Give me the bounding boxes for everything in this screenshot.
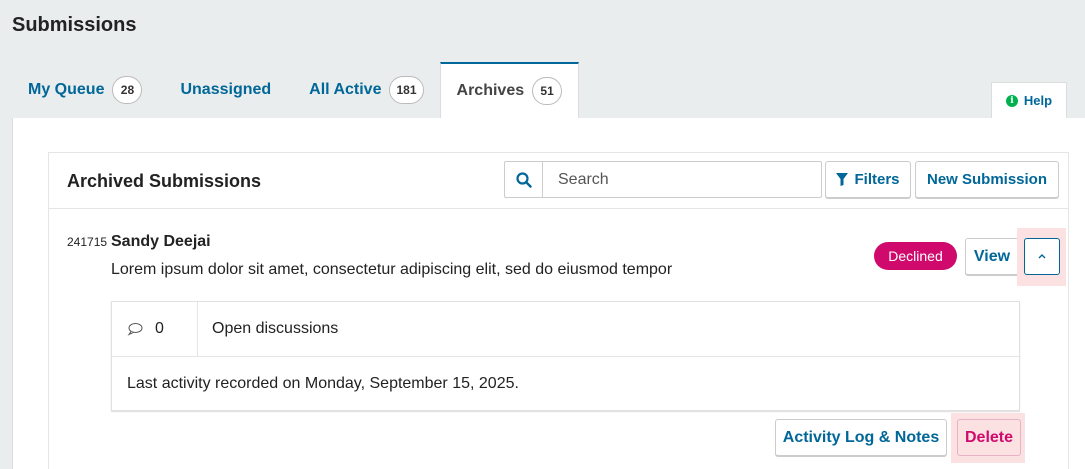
discussion-count: 0 [155, 320, 164, 337]
view-button[interactable]: View [965, 238, 1019, 275]
tab-bar: My Queue 28 Unassigned All Active 181 Ar… [12, 62, 580, 118]
activity-log-button[interactable]: Activity Log & Notes [775, 419, 947, 456]
search-box [504, 161, 822, 198]
tab-label: My Queue [28, 81, 105, 98]
submission-title: Lorem ipsum dolor sit amet, consectetur … [111, 261, 673, 278]
comment-icon [127, 323, 143, 336]
tab-label: All Active [309, 81, 382, 98]
delete-button[interactable]: Delete [957, 419, 1021, 456]
archived-submissions-card: Archived Submissions Filters New Submiss… [48, 152, 1069, 469]
tab-archives[interactable]: Archives 51 [439, 62, 580, 118]
collapse-button[interactable] [1024, 238, 1060, 275]
submission-id: 241715 [67, 235, 108, 249]
last-activity: Last activity recorded on Monday, Septem… [127, 375, 519, 392]
search-icon [515, 171, 532, 188]
tab-count-badge: 28 [112, 76, 143, 104]
delete-label: Delete [964, 428, 1014, 446]
submission-details: 0 Open discussions Last activity recorde… [111, 301, 1020, 411]
search-input[interactable] [543, 162, 821, 197]
search-button[interactable] [505, 162, 543, 197]
activity-log-label: Activity Log & Notes [782, 428, 940, 446]
info-icon: i [1005, 94, 1018, 107]
tab-unassigned[interactable]: Unassigned [158, 62, 293, 118]
tab-count-badge: 181 [389, 76, 424, 104]
tab-label: Unassigned [180, 81, 272, 98]
view-label: View [973, 247, 1011, 265]
discussion-label: Open discussions [212, 320, 339, 337]
new-submission-button[interactable]: New Submission [915, 161, 1059, 198]
tab-my-queue[interactable]: My Queue 28 [12, 62, 158, 118]
main-panel: Archived Submissions Filters New Submiss… [12, 118, 1085, 469]
tab-label: Archives [456, 82, 525, 99]
card-header: Archived Submissions Filters New Submiss… [49, 153, 1068, 209]
tab-count-badge: 51 [532, 77, 563, 105]
help-label: Help [1023, 93, 1053, 108]
chevron-up-icon [1038, 254, 1046, 259]
submission-author: Sandy Deejai [111, 233, 211, 250]
card-title: Archived Submissions [67, 171, 262, 191]
help-button[interactable]: i Help [991, 82, 1067, 118]
new-submission-label: New Submission [926, 171, 1048, 188]
discussion-count-cell: 0 [112, 302, 198, 356]
filters-button[interactable]: Filters [825, 161, 911, 198]
status-badge: Declined [874, 242, 957, 270]
discussions-row: 0 Open discussions [112, 302, 1019, 357]
filters-label: Filters [854, 171, 900, 188]
filter-icon [836, 173, 849, 186]
tab-all-active[interactable]: All Active 181 [293, 62, 439, 118]
page-title: Submissions [12, 14, 137, 36]
